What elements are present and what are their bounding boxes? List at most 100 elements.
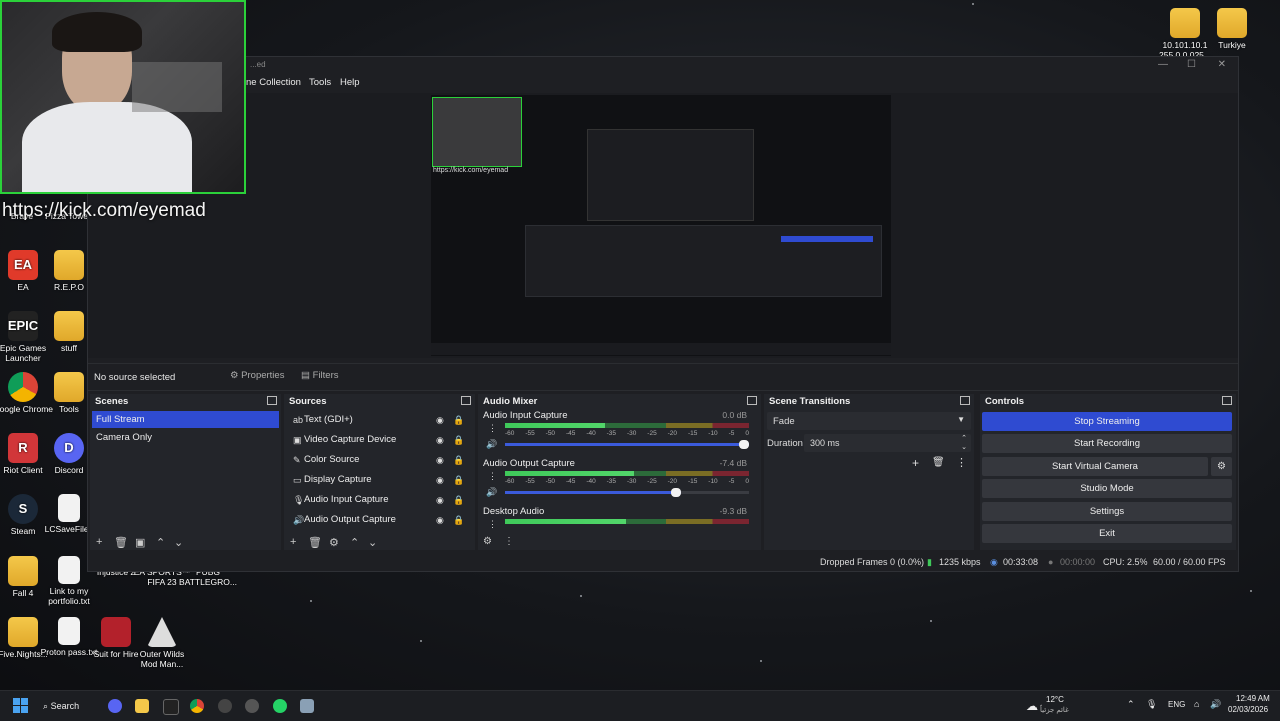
menu-scene-collection[interactable]: ne Collection: [246, 77, 301, 88]
whatsapp-taskbar-icon[interactable]: [273, 699, 287, 713]
file-explorer-icon[interactable]: [135, 699, 149, 713]
speaker-icon[interactable]: 🔊: [486, 487, 497, 498]
stop-streaming-button[interactable]: Stop Streaming: [982, 412, 1232, 431]
settings-taskbar-icon[interactable]: [300, 699, 314, 713]
move-scene-down-button[interactable]: ⌄: [174, 536, 183, 549]
transition-menu-icon[interactable]: ⋮: [956, 456, 967, 469]
mixer-settings-icon[interactable]: ⚙: [483, 536, 492, 547]
visibility-eye-icon[interactable]: ◉: [436, 511, 444, 529]
start-recording-button[interactable]: Start Recording: [982, 434, 1232, 453]
menu-help[interactable]: Help: [340, 77, 360, 88]
source-label: Video Capture Device: [304, 434, 397, 445]
duration-spinbox[interactable]: 300 ms ⌃ ⌄: [804, 434, 971, 452]
desktop-icon-turkiye[interactable]: Turkiye: [1202, 8, 1262, 51]
chevron-up-icon[interactable]: ⌃: [1127, 699, 1135, 710]
lock-icon[interactable]: 🔒: [453, 511, 464, 529]
filters-button[interactable]: ▤ Filters: [301, 370, 339, 381]
studio-mode-button[interactable]: Studio Mode: [982, 479, 1232, 498]
remove-transition-button[interactable]: 🗑: [932, 457, 945, 468]
visibility-eye-icon[interactable]: ◉: [436, 471, 444, 489]
speaker-icon[interactable]: 🔊: [486, 439, 497, 450]
slider-handle[interactable]: [670, 488, 681, 497]
visibility-eye-icon[interactable]: ◉: [436, 491, 444, 509]
language-indicator[interactable]: ENG: [1168, 700, 1185, 709]
steam-icon: S: [8, 494, 38, 524]
close-button[interactable]: ✕: [1218, 59, 1226, 70]
epic-taskbar-icon[interactable]: [163, 699, 179, 715]
remove-scene-button[interactable]: 🗑: [114, 536, 128, 549]
volume-slider[interactable]: [505, 488, 749, 497]
source-item-audio-input[interactable]: 🎙 Audio Input Capture ◉ 🔒: [286, 491, 472, 509]
source-item-video-capture[interactable]: ▣ Video Capture Device ◉ 🔒: [286, 431, 472, 449]
streamer-hoodie: [22, 102, 192, 192]
record-time: 00:00:00: [1060, 557, 1096, 567]
scene-item-camera-only[interactable]: Camera Only: [92, 429, 279, 446]
visibility-eye-icon[interactable]: ◉: [436, 431, 444, 449]
remove-source-button[interactable]: 🗑: [308, 536, 322, 549]
move-source-down-button[interactable]: ⌄: [368, 536, 377, 549]
clock-date[interactable]: 02/03/2026: [1228, 705, 1268, 714]
source-item-audio-output[interactable]: 🔊 Audio Output Capture ◉ 🔒: [286, 511, 472, 529]
properties-button[interactable]: ⚙ Properties: [230, 370, 284, 381]
lock-icon[interactable]: 🔒: [453, 431, 464, 449]
channel-menu-icon[interactable]: ⋮: [488, 471, 497, 482]
folder-icon: [54, 372, 84, 402]
volume-slider[interactable]: [505, 440, 749, 449]
slider-handle[interactable]: [739, 440, 749, 449]
undock-icon[interactable]: [960, 396, 970, 405]
visibility-eye-icon[interactable]: ◉: [436, 451, 444, 469]
source-properties-button[interactable]: ⚙: [329, 536, 339, 549]
channel-menu-icon[interactable]: ⋮: [488, 423, 497, 434]
undock-icon[interactable]: [747, 396, 757, 405]
start-virtual-camera-button[interactable]: Start Virtual Camera: [982, 457, 1208, 476]
scene-filters-button[interactable]: ▣: [135, 536, 145, 549]
add-transition-button[interactable]: +: [912, 456, 919, 470]
mixer-menu-icon[interactable]: ⋮: [504, 536, 514, 547]
volume-meter: [505, 471, 749, 476]
lock-icon[interactable]: 🔒: [453, 491, 464, 509]
obs-active-taskbar-icon[interactable]: [245, 699, 259, 713]
desktop-icon-outer-wilds[interactable]: Outer Wilds Mod Man...: [132, 617, 192, 670]
menu-tools[interactable]: Tools: [309, 77, 331, 88]
undock-icon[interactable]: [1222, 396, 1232, 405]
clock-time[interactable]: 12:49 AM: [1236, 694, 1270, 703]
exit-button[interactable]: Exit: [982, 524, 1232, 543]
undock-icon[interactable]: [267, 396, 277, 405]
source-item-display-capture[interactable]: ▭ Display Capture ◉ 🔒: [286, 471, 472, 489]
virtual-camera-settings-icon[interactable]: ⚙: [1211, 457, 1232, 476]
taskbar-search[interactable]: ⌕ Search: [43, 697, 93, 715]
search-icon: ⌕: [43, 701, 49, 711]
source-item-color[interactable]: ✎ Color Source ◉ 🔒: [286, 451, 472, 469]
microphone-tray-icon[interactable]: 🎙: [1146, 699, 1157, 710]
add-source-button[interactable]: +: [290, 536, 296, 548]
windows-start-icon[interactable]: [13, 698, 29, 714]
visibility-eye-icon[interactable]: ◉: [436, 411, 444, 429]
volume-icon[interactable]: 🔊: [1210, 699, 1221, 710]
settings-button[interactable]: Settings: [982, 502, 1232, 521]
status-bar: Dropped Frames 0 (0.0%) ▮ 1235 kbps ◉ 00…: [88, 553, 1238, 571]
chrome-taskbar-icon[interactable]: [190, 699, 204, 713]
channel-name: Audio Output Capture: [483, 458, 575, 469]
meter-tick-label: -20: [667, 478, 678, 485]
source-item-text[interactable]: ab Text (GDI+) ◉ 🔒: [286, 411, 472, 429]
spin-arrows-icon[interactable]: ⌃ ⌄: [961, 434, 967, 452]
obs-taskbar-icon[interactable]: [218, 699, 232, 713]
move-source-up-button[interactable]: ⌃: [350, 536, 359, 549]
lock-icon[interactable]: 🔒: [453, 411, 464, 429]
camera-icon: ▣: [293, 435, 302, 445]
lock-icon[interactable]: 🔒: [453, 451, 464, 469]
add-scene-button[interactable]: +: [96, 536, 102, 548]
minimize-button[interactable]: —: [1158, 59, 1168, 70]
preview-canvas[interactable]: https://kick.com/eyemad: [88, 93, 1238, 358]
channel-menu-icon[interactable]: ⋮: [488, 519, 497, 530]
discord-taskbar-icon[interactable]: [108, 699, 122, 713]
transition-select[interactable]: Fade ▼: [767, 412, 971, 430]
network-icon[interactable]: ⌂: [1194, 699, 1199, 709]
lock-icon[interactable]: 🔒: [453, 471, 464, 489]
meter-tick-label: -10: [708, 430, 718, 437]
move-scene-up-button[interactable]: ⌃: [156, 536, 165, 549]
microphone-icon: 🎙: [293, 495, 305, 505]
undock-icon[interactable]: [461, 396, 471, 405]
scene-item-full-stream[interactable]: Full Stream: [92, 411, 279, 428]
maximize-button[interactable]: ☐: [1187, 59, 1196, 70]
